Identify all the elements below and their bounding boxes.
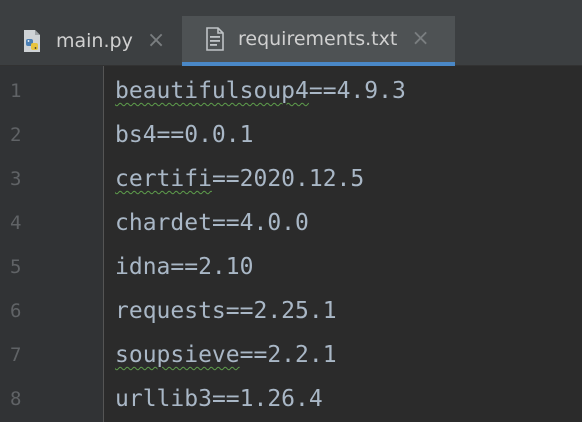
line-number: 6 (10, 300, 22, 322)
package-name: soupsieve (115, 342, 240, 368)
package-version: ==2.2.1 (239, 342, 337, 368)
line-number: 3 (10, 168, 22, 190)
package-version: ==2020.12.5 (211, 166, 365, 192)
close-icon[interactable]: × (147, 30, 165, 52)
code-line[interactable]: certifi==2020.12.5 (115, 157, 364, 201)
code-line[interactable]: beautifulsoup4==4.9.3 (115, 69, 406, 113)
package-version: ==2.25.1 (225, 298, 337, 324)
code-line[interactable]: idna==2.10 (115, 245, 253, 289)
line-number: 2 (10, 124, 22, 146)
code-line[interactable]: chardet==4.0.0 (115, 201, 309, 245)
package-name: requests (115, 298, 226, 324)
code-line[interactable]: soupsieve==2.2.1 (115, 333, 337, 377)
line-number: 1 (10, 80, 22, 102)
package-version: ==4.0.0 (211, 210, 309, 236)
code-line[interactable]: urllib3==1.26.4 (115, 377, 323, 421)
package-name: urllib3 (115, 386, 212, 412)
code-line[interactable]: requests==2.25.1 (115, 289, 337, 333)
code-line[interactable]: bs4==0.0.1 (115, 113, 253, 157)
line-number-gutter: 1 2 3 4 5 6 7 8 (0, 66, 104, 422)
tab-label: main.py (56, 30, 133, 52)
line-number: 4 (10, 212, 22, 234)
package-name: idna (115, 254, 171, 280)
code-editor[interactable]: beautifulsoup4==4.9.3 bs4==0.0.1 certifi… (104, 66, 582, 422)
editor-tab-bar: main.py × requirements.txt × (0, 0, 582, 66)
package-name: beautifulsoup4 (115, 78, 309, 104)
close-icon[interactable]: × (411, 28, 429, 50)
text-file-icon (206, 27, 224, 51)
ide-window: main.py × requirements.txt × 1 2 3 4 5 6… (0, 0, 582, 422)
line-number: 5 (10, 256, 22, 278)
package-version: ==1.26.4 (211, 386, 323, 412)
package-version: ==4.9.3 (308, 78, 406, 104)
package-name: chardet (115, 210, 212, 236)
package-name: bs4 (115, 122, 157, 148)
tab-requirements-txt[interactable]: requirements.txt × (182, 16, 455, 66)
tab-label: requirements.txt (238, 28, 398, 50)
package-version: ==2.10 (170, 254, 254, 280)
python-file-icon (24, 30, 40, 52)
tab-main-py[interactable]: main.py × (0, 16, 182, 66)
line-number: 8 (10, 388, 22, 410)
line-number: 7 (10, 344, 22, 366)
package-name: certifi (115, 166, 212, 192)
package-version: ==0.0.1 (156, 122, 254, 148)
